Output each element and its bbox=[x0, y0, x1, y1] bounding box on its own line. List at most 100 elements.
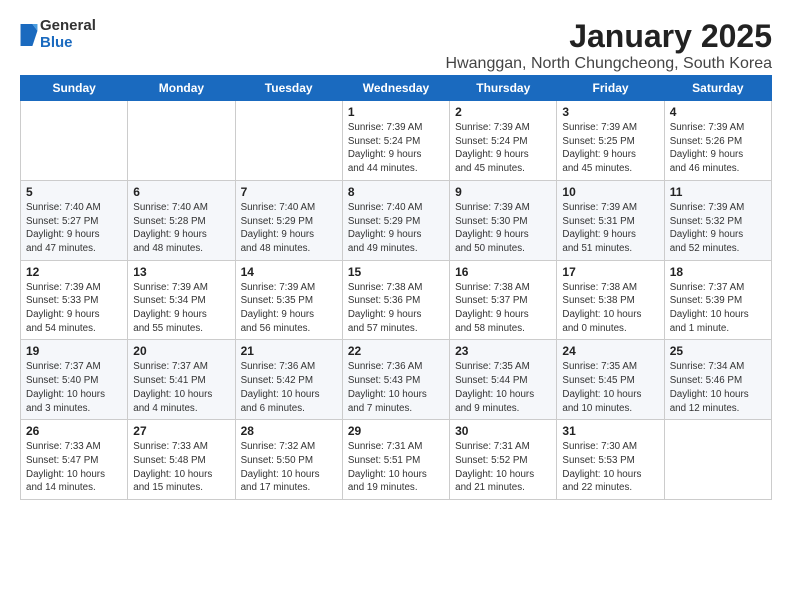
table-row: 13 Sunrise: 7:39 AM Sunset: 5:34 PM Dayli… bbox=[128, 260, 235, 340]
table-row: 7Sunrise: 7:40 AM Sunset: 5:29 PM Daylig… bbox=[235, 180, 342, 260]
day-info: Sunrise: 7:39 AM Sunset: 5:33 PM Dayligh… bbox=[26, 281, 122, 336]
table-row: 9Sunrise: 7:39 AM Sunset: 5:30 PM Daylig… bbox=[450, 180, 557, 260]
day-number: 6 bbox=[133, 185, 229, 199]
col-wednesday: Wednesday bbox=[342, 76, 449, 101]
day-info: Sunrise: 7:40 AM Sunset: 5:27 PM Dayligh… bbox=[26, 201, 122, 256]
day-info: Sunrise: 7:30 AM Sunset: 5:53 PM Dayligh… bbox=[562, 440, 658, 495]
day-number: 29 bbox=[348, 424, 444, 438]
table-row: 12Sunrise: 7:39 AM Sunset: 5:33 PM Dayli… bbox=[21, 260, 128, 340]
col-sunday: Sunday bbox=[21, 76, 128, 101]
calendar-week-row: 1 Sunrise: 7:39 AM Sunset: 5:24 PM Daylig… bbox=[21, 101, 772, 181]
day-number: 17 bbox=[562, 265, 658, 279]
table-row: 30 Sunrise: 7:31 AM Sunset: 5:52 PM Dayli… bbox=[450, 420, 557, 500]
header: General Blue January 2025 Hwanggan, Nort… bbox=[20, 18, 772, 73]
day-number: 18 bbox=[670, 265, 766, 279]
day-number: 25 bbox=[670, 344, 766, 358]
day-info: Sunrise: 7:37 AM Sunset: 5:40 PM Dayligh… bbox=[26, 360, 122, 415]
col-saturday: Saturday bbox=[664, 76, 771, 101]
day-number: 28 bbox=[241, 424, 337, 438]
table-row: 24Sunrise: 7:35 AM Sunset: 5:45 PM Dayli… bbox=[557, 340, 664, 420]
table-row: 8Sunrise: 7:40 AM Sunset: 5:29 PM Daylig… bbox=[342, 180, 449, 260]
table-row: 11 Sunrise: 7:39 AM Sunset: 5:32 PM Dayli… bbox=[664, 180, 771, 260]
day-number: 4 bbox=[670, 105, 766, 119]
table-row: 29Sunrise: 7:31 AM Sunset: 5:51 PM Dayli… bbox=[342, 420, 449, 500]
logo-text: General Blue bbox=[40, 18, 96, 51]
day-info: Sunrise: 7:31 AM Sunset: 5:52 PM Dayligh… bbox=[455, 440, 551, 495]
table-row: 21 Sunrise: 7:36 AM Sunset: 5:42 PM Dayli… bbox=[235, 340, 342, 420]
day-info: Sunrise: 7:40 AM Sunset: 5:29 PM Dayligh… bbox=[241, 201, 337, 256]
table-row: 23 Sunrise: 7:35 AM Sunset: 5:44 PM Dayli… bbox=[450, 340, 557, 420]
day-number: 21 bbox=[241, 344, 337, 358]
day-number: 26 bbox=[26, 424, 122, 438]
day-number: 14 bbox=[241, 265, 337, 279]
table-row: 20Sunrise: 7:37 AM Sunset: 5:41 PM Dayli… bbox=[128, 340, 235, 420]
title-section: January 2025 Hwanggan, North Chungcheong… bbox=[446, 18, 772, 73]
table-row: 3 Sunrise: 7:39 AM Sunset: 5:25 PM Daylig… bbox=[557, 101, 664, 181]
col-thursday: Thursday bbox=[450, 76, 557, 101]
calendar-week-row: 5 Sunrise: 7:40 AM Sunset: 5:27 PM Daylig… bbox=[21, 180, 772, 260]
day-info: Sunrise: 7:38 AM Sunset: 5:38 PM Dayligh… bbox=[562, 281, 658, 336]
day-number: 22 bbox=[348, 344, 444, 358]
day-number: 10 bbox=[562, 185, 658, 199]
day-number: 27 bbox=[133, 424, 229, 438]
calendar: Sunday Monday Tuesday Wednesday Thursday… bbox=[20, 75, 772, 500]
day-number: 13 bbox=[133, 265, 229, 279]
page: General Blue January 2025 Hwanggan, Nort… bbox=[0, 0, 792, 510]
logo: General Blue bbox=[20, 18, 96, 51]
table-row: 15 Sunrise: 7:38 AM Sunset: 5:36 PM Dayli… bbox=[342, 260, 449, 340]
table-row bbox=[21, 101, 128, 181]
day-number: 15 bbox=[348, 265, 444, 279]
table-row: 17 Sunrise: 7:38 AM Sunset: 5:38 PM Dayli… bbox=[557, 260, 664, 340]
day-info: Sunrise: 7:36 AM Sunset: 5:42 PM Dayligh… bbox=[241, 360, 337, 415]
day-info: Sunrise: 7:32 AM Sunset: 5:50 PM Dayligh… bbox=[241, 440, 337, 495]
day-number: 16 bbox=[455, 265, 551, 279]
col-monday: Monday bbox=[128, 76, 235, 101]
table-row: 1 Sunrise: 7:39 AM Sunset: 5:24 PM Daylig… bbox=[342, 101, 449, 181]
calendar-week-row: 26Sunrise: 7:33 AM Sunset: 5:47 PM Dayli… bbox=[21, 420, 772, 500]
day-number: 5 bbox=[26, 185, 122, 199]
day-info: Sunrise: 7:39 AM Sunset: 5:24 PM Dayligh… bbox=[455, 121, 551, 176]
table-row: 28 Sunrise: 7:32 AM Sunset: 5:50 PM Dayli… bbox=[235, 420, 342, 500]
logo-blue: Blue bbox=[40, 35, 96, 52]
day-info: Sunrise: 7:39 AM Sunset: 5:34 PM Dayligh… bbox=[133, 281, 229, 336]
day-info: Sunrise: 7:38 AM Sunset: 5:36 PM Dayligh… bbox=[348, 281, 444, 336]
day-info: Sunrise: 7:39 AM Sunset: 5:31 PM Dayligh… bbox=[562, 201, 658, 256]
day-number: 3 bbox=[562, 105, 658, 119]
day-info: Sunrise: 7:37 AM Sunset: 5:39 PM Dayligh… bbox=[670, 281, 766, 336]
col-friday: Friday bbox=[557, 76, 664, 101]
main-title: January 2025 bbox=[446, 18, 772, 55]
subtitle: Hwanggan, North Chungcheong, South Korea bbox=[446, 55, 772, 73]
day-info: Sunrise: 7:34 AM Sunset: 5:46 PM Dayligh… bbox=[670, 360, 766, 415]
table-row bbox=[128, 101, 235, 181]
table-row bbox=[235, 101, 342, 181]
day-info: Sunrise: 7:39 AM Sunset: 5:24 PM Dayligh… bbox=[348, 121, 444, 176]
table-row: 19 Sunrise: 7:37 AM Sunset: 5:40 PM Dayli… bbox=[21, 340, 128, 420]
table-row: 14Sunrise: 7:39 AM Sunset: 5:35 PM Dayli… bbox=[235, 260, 342, 340]
day-info: Sunrise: 7:39 AM Sunset: 5:25 PM Dayligh… bbox=[562, 121, 658, 176]
table-row: 26Sunrise: 7:33 AM Sunset: 5:47 PM Dayli… bbox=[21, 420, 128, 500]
table-row bbox=[664, 420, 771, 500]
day-info: Sunrise: 7:39 AM Sunset: 5:32 PM Dayligh… bbox=[670, 201, 766, 256]
table-row: 16 Sunrise: 7:38 AM Sunset: 5:37 PM Dayli… bbox=[450, 260, 557, 340]
day-info: Sunrise: 7:35 AM Sunset: 5:44 PM Dayligh… bbox=[455, 360, 551, 415]
day-number: 19 bbox=[26, 344, 122, 358]
day-info: Sunrise: 7:38 AM Sunset: 5:37 PM Dayligh… bbox=[455, 281, 551, 336]
day-number: 23 bbox=[455, 344, 551, 358]
table-row: 22Sunrise: 7:36 AM Sunset: 5:43 PM Dayli… bbox=[342, 340, 449, 420]
day-number: 11 bbox=[670, 185, 766, 199]
day-number: 24 bbox=[562, 344, 658, 358]
table-row: 31 Sunrise: 7:30 AM Sunset: 5:53 PM Dayli… bbox=[557, 420, 664, 500]
day-number: 9 bbox=[455, 185, 551, 199]
day-info: Sunrise: 7:39 AM Sunset: 5:26 PM Dayligh… bbox=[670, 121, 766, 176]
day-number: 20 bbox=[133, 344, 229, 358]
day-number: 30 bbox=[455, 424, 551, 438]
day-number: 31 bbox=[562, 424, 658, 438]
day-number: 2 bbox=[455, 105, 551, 119]
day-number: 1 bbox=[348, 105, 444, 119]
calendar-header-row: Sunday Monday Tuesday Wednesday Thursday… bbox=[21, 76, 772, 101]
calendar-week-row: 19 Sunrise: 7:37 AM Sunset: 5:40 PM Dayli… bbox=[21, 340, 772, 420]
day-info: Sunrise: 7:40 AM Sunset: 5:29 PM Dayligh… bbox=[348, 201, 444, 256]
table-row: 25 Sunrise: 7:34 AM Sunset: 5:46 PM Dayli… bbox=[664, 340, 771, 420]
logo-general: General bbox=[40, 18, 96, 35]
table-row: 4 Sunrise: 7:39 AM Sunset: 5:26 PM Daylig… bbox=[664, 101, 771, 181]
